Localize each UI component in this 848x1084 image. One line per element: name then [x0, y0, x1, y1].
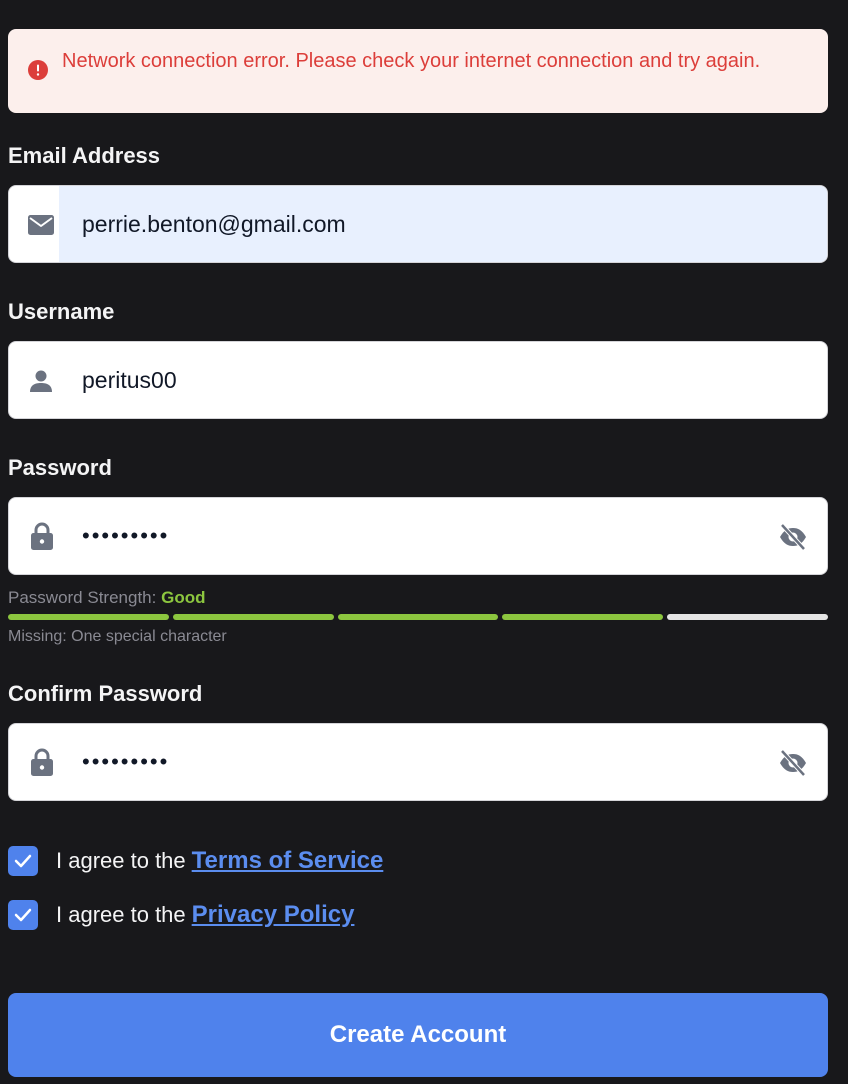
terms-of-service-link[interactable]: Terms of Service: [192, 847, 384, 875]
mail-icon: [28, 215, 54, 235]
terms-checkbox[interactable]: [8, 846, 38, 876]
privacy-checkbox[interactable]: [8, 900, 38, 930]
password-strength-label: Password Strength: Good: [8, 588, 205, 608]
eye-off-icon[interactable]: [778, 749, 808, 777]
terms-row: I agree to the Terms of Service: [8, 845, 383, 877]
strength-meter: [8, 614, 828, 620]
confirm-password-label: Confirm Password: [8, 681, 203, 706]
email-field-container: [8, 185, 828, 263]
eye-off-icon[interactable]: [778, 523, 808, 551]
password-input[interactable]: •••••••••: [82, 498, 722, 574]
strength-segment-1: [8, 614, 169, 620]
lock-icon: [31, 748, 53, 776]
strength-segment-2: [172, 614, 334, 620]
checkmark-icon: [14, 908, 32, 922]
email-input[interactable]: [82, 186, 722, 262]
strength-segment-5: [667, 614, 828, 620]
confirm-password-field-container: •••••••••: [8, 723, 828, 801]
username-label: Username: [8, 299, 115, 324]
privacy-policy-link[interactable]: Privacy Policy: [192, 901, 355, 929]
error-message: Network connection error. Please check y…: [62, 50, 761, 72]
terms-text: I agree to the: [56, 848, 186, 873]
password-field-container: •••••••••: [8, 497, 828, 575]
person-icon: [30, 370, 52, 392]
error-circle-icon: [28, 60, 48, 80]
privacy-text: I agree to the: [56, 902, 186, 927]
privacy-row: I agree to the Privacy Policy: [8, 899, 354, 931]
confirm-password-input[interactable]: •••••••••: [82, 724, 722, 800]
checkmark-icon: [14, 854, 32, 868]
strength-segment-4: [502, 614, 664, 620]
strength-caption: Password Strength:: [8, 588, 157, 607]
email-label: Email Address: [8, 143, 161, 168]
strength-hint: Missing: One special character: [8, 628, 227, 645]
create-account-button[interactable]: Create Account: [8, 993, 828, 1077]
error-alert: Network connection error. Please check y…: [8, 29, 828, 113]
password-label: Password: [8, 455, 112, 480]
strength-segment-3: [337, 614, 499, 620]
username-input[interactable]: [82, 342, 722, 418]
username-field-container: [8, 341, 828, 419]
lock-icon: [31, 522, 53, 550]
strength-value: Good: [161, 588, 206, 607]
